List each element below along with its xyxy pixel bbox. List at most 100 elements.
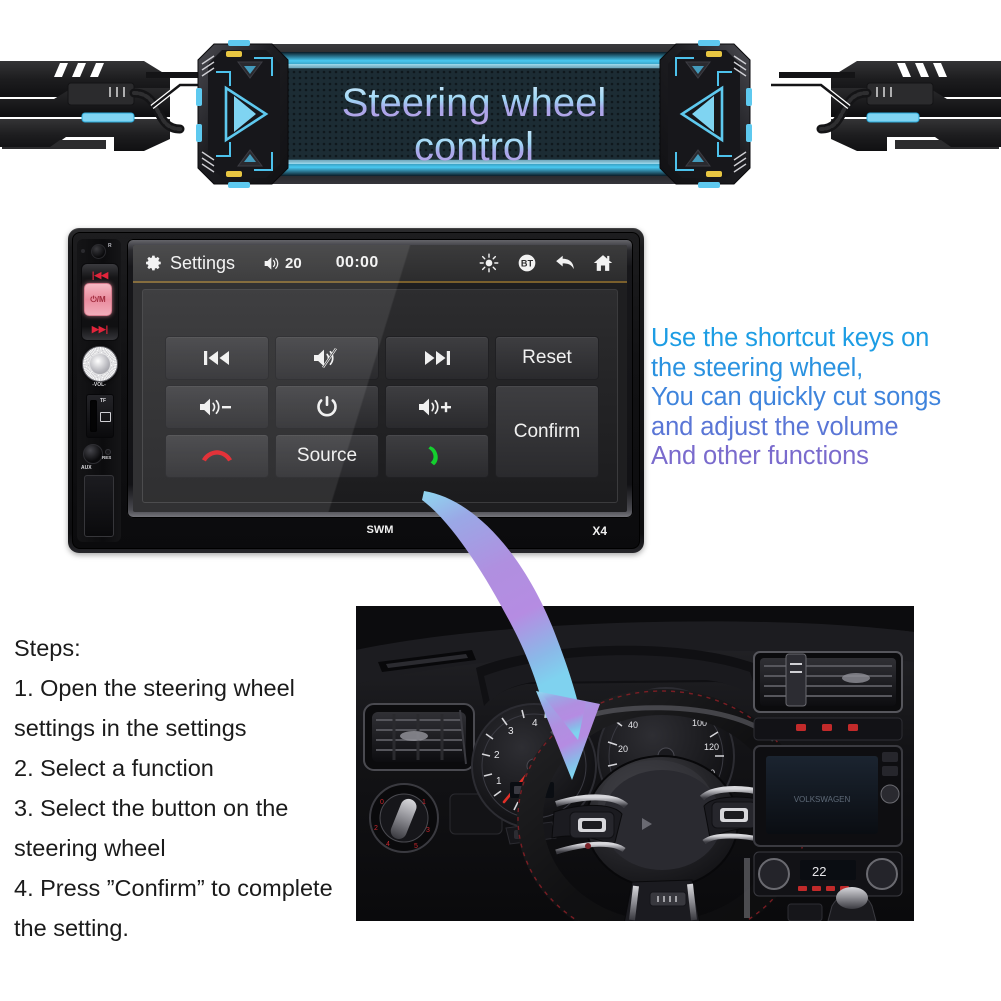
screen-top-bar: Settings 20 00:00 BT — [133, 245, 627, 283]
stereo-side-controls: R |◀◀ ▶▶| ⏻/M -VOL- TF AUX RES — [77, 239, 121, 542]
key-reset-label: Reset — [522, 347, 572, 368]
callout-line-3: You can quickly cut songs — [651, 383, 941, 412]
key-answer-call[interactable] — [385, 434, 489, 478]
key-confirm-label: Confirm — [513, 420, 581, 442]
next-track-button[interactable]: ▶▶| — [82, 325, 118, 334]
key-next-track[interactable] — [385, 336, 489, 380]
lower-port — [84, 475, 114, 537]
back-arrow-icon[interactable] — [555, 253, 575, 273]
key-source[interactable]: Source — [275, 434, 379, 478]
svg-text:1: 1 — [496, 776, 502, 787]
svg-text:2: 2 — [374, 825, 378, 832]
callout-line-5: And other functions — [651, 442, 869, 471]
callout-line-1: Use the shortcut keys on — [651, 324, 930, 352]
steps-line-5: steering wheel — [14, 835, 166, 861]
phone-hangup-icon — [202, 450, 232, 462]
steering-wheel-right-buttons — [711, 801, 757, 829]
svg-text:20: 20 — [618, 744, 628, 754]
svg-text:120: 120 — [704, 742, 719, 752]
swm-key-grid: Reset Confirm Source — [165, 336, 599, 478]
volume-knob-label: -VOL- — [92, 382, 106, 388]
key-mute[interactable] — [275, 336, 379, 380]
steps-line-6: 4. Press ”Confirm” to complete — [14, 875, 333, 901]
key-hang-up[interactable] — [165, 434, 269, 478]
callout-line-4: and adjust the volume — [651, 412, 899, 441]
svg-text:3: 3 — [508, 726, 514, 737]
callout-text: Use the shortcut keys on the steering wh… — [651, 324, 996, 472]
banner-wing-right — [747, 55, 1001, 165]
headlight-switch: 0 1 2 3 4 5 — [369, 783, 439, 853]
key-volume-down[interactable] — [165, 385, 269, 429]
volume-knob[interactable] — [82, 346, 118, 382]
steps-heading: Steps: — [14, 635, 81, 661]
key-confirm[interactable]: Confirm — [495, 385, 599, 478]
callout-line-2: the steering wheel, — [651, 353, 864, 382]
volume-value: 20 — [285, 254, 302, 272]
steps-line-3: 2. Select a function — [14, 755, 214, 781]
top-bar-actions: BT — [479, 253, 627, 273]
svg-text:4: 4 — [532, 718, 538, 729]
gear-icon — [146, 255, 161, 271]
aux-label: AUX — [81, 465, 92, 471]
mute-speaker-icon — [314, 347, 337, 369]
banner-title-line1: Steering wheel — [342, 81, 607, 125]
svg-text:VOLKSWAGEN: VOLKSWAGEN — [794, 795, 851, 804]
settings-label: Settings — [170, 252, 236, 273]
steps-line-1: 1. Open the steering wheel — [14, 675, 295, 701]
center-console: VOLKSWAGEN 22 — [753, 651, 903, 921]
steps-line-7: the setting. — [14, 915, 129, 941]
speaker-minus-icon — [200, 398, 231, 416]
mic-indicator-dot — [81, 249, 85, 253]
svg-text:4: 4 — [386, 841, 390, 848]
settings-entry[interactable]: Settings — [133, 253, 235, 274]
stereo-bottom-labels: SWM X4 — [127, 520, 633, 544]
swm-label: SWM — [366, 524, 394, 536]
brightness-sun-icon[interactable] — [479, 253, 499, 273]
model-label: X4 — [592, 524, 607, 538]
previous-track-icon — [204, 351, 229, 365]
swm-settings-panel: Reset Confirm Source — [142, 289, 618, 503]
card-slot-opening — [90, 400, 97, 432]
key-power[interactable] — [275, 385, 379, 429]
key-reset[interactable]: Reset — [495, 336, 599, 380]
steps-line-2: settings in the settings — [14, 715, 247, 741]
banner-right-bracket — [659, 40, 752, 188]
next-track-icon — [425, 351, 450, 365]
stereo-chassis: R |◀◀ ▶▶| ⏻/M -VOL- TF AUX RES Settings … — [72, 232, 640, 549]
left-air-vent — [363, 703, 475, 771]
clock: 00:00 — [335, 254, 379, 271]
svg-text:0: 0 — [380, 799, 384, 806]
screen-bezel: Settings 20 00:00 BT Reset Confirm Sourc… — [127, 239, 633, 518]
key-source-label: Source — [296, 445, 358, 466]
banner-left-bracket — [196, 40, 289, 188]
reset-r-label: R — [108, 243, 112, 249]
banner-title-line2: control — [414, 125, 534, 169]
car-dashboard-steering-wheel-photo: 01 23 45 1 2 3 4 5 20 40 60 80 100 120 V… — [356, 606, 914, 921]
svg-text:2: 2 — [494, 750, 500, 761]
banner-plaque: Steering wheel control — [196, 28, 752, 200]
car-stereo-unit: R |◀◀ ▶▶| ⏻/M -VOL- TF AUX RES Settings … — [68, 228, 644, 553]
prev-track-button[interactable]: |◀◀ — [82, 271, 118, 280]
svg-text:40: 40 — [628, 720, 638, 730]
page-root: Steering wheel control R |◀◀ ▶▶| ⏻/M -VO… — [0, 0, 1001, 1001]
home-icon[interactable] — [593, 253, 613, 273]
microphone-icon — [91, 244, 106, 259]
tf-card-slot[interactable]: TF — [86, 394, 114, 438]
svg-text:3: 3 — [426, 827, 430, 834]
svg-text:BT: BT — [521, 258, 534, 268]
power-icon — [317, 396, 337, 417]
aux-jack[interactable] — [83, 444, 103, 464]
phone-answer-icon — [428, 446, 438, 466]
tf-label: TF — [100, 398, 107, 404]
power-mode-button[interactable]: ⏻/M — [84, 283, 112, 316]
res-label: RES — [102, 455, 112, 460]
key-prev-track[interactable] — [165, 336, 269, 380]
banner: Steering wheel control — [0, 0, 1001, 210]
touch-screen[interactable]: Settings 20 00:00 BT Reset Confirm Sourc… — [133, 245, 627, 512]
svg-text:5: 5 — [414, 843, 418, 850]
bluetooth-bt-icon[interactable]: BT — [517, 253, 537, 273]
speaker-plus-icon — [419, 398, 451, 416]
volume-indicator: 20 — [263, 255, 302, 272]
speaker-icon — [264, 256, 279, 270]
key-volume-up[interactable] — [385, 385, 489, 429]
